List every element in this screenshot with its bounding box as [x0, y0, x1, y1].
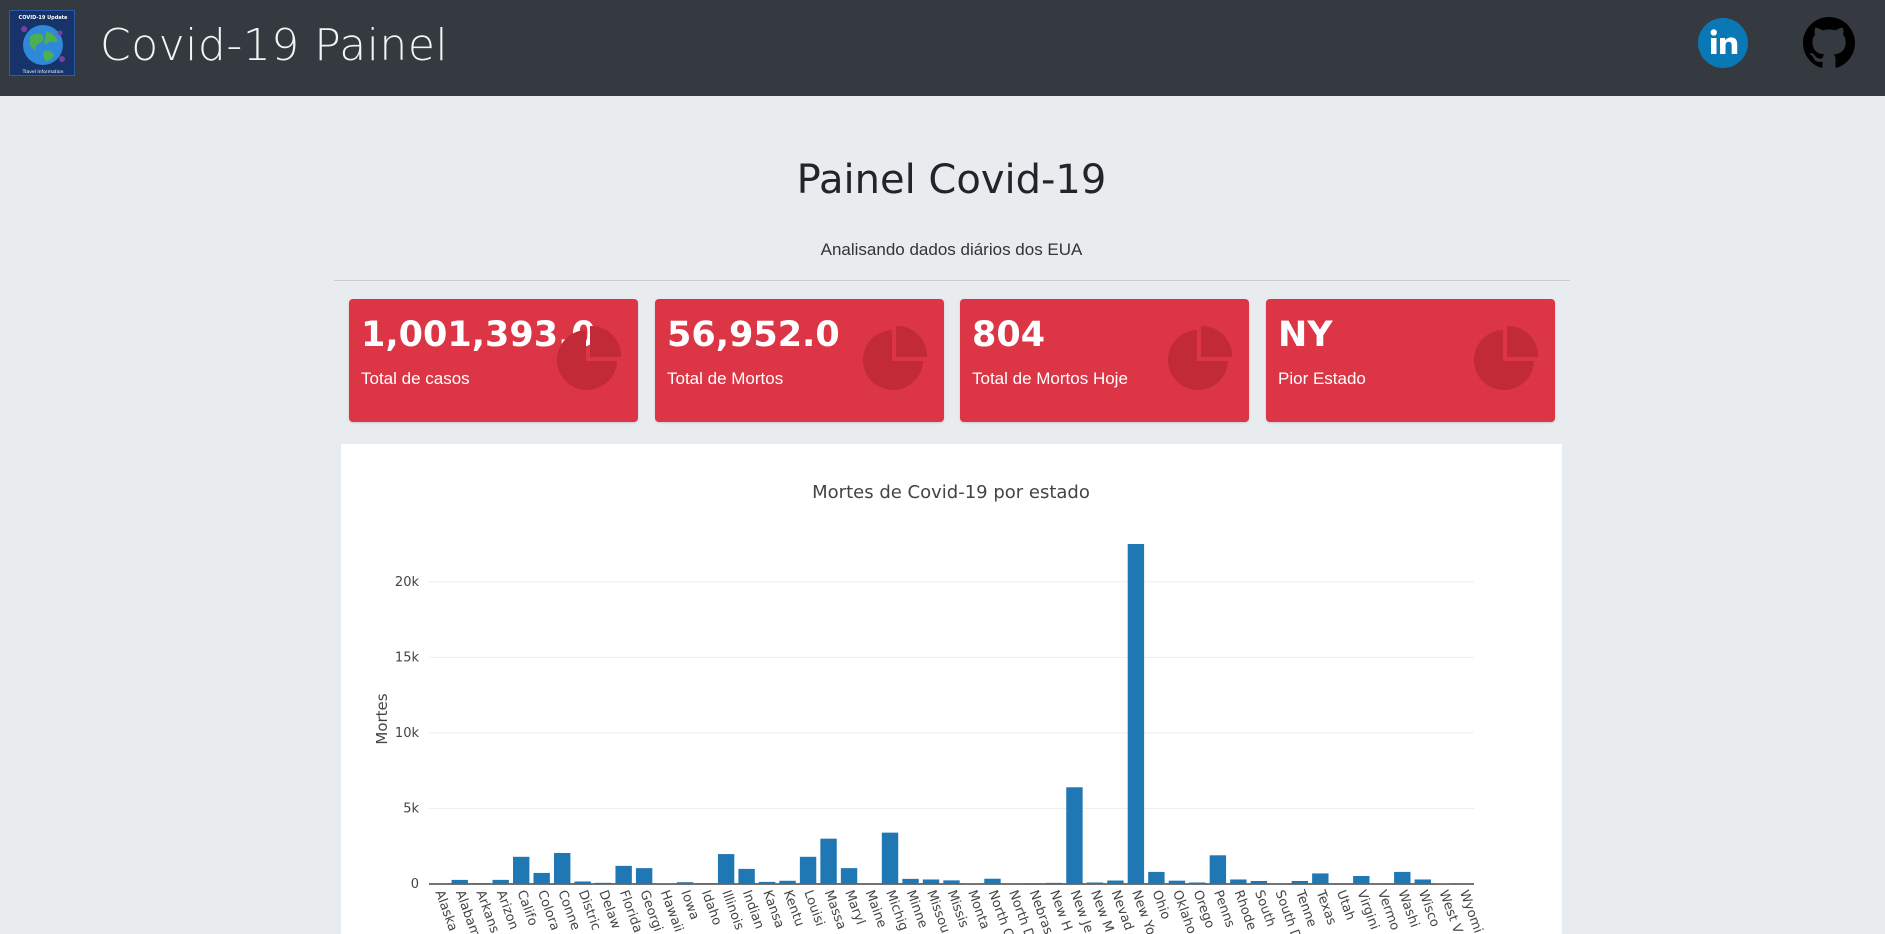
y-tick-label: 5k: [403, 801, 419, 816]
chart-gridlines: [429, 581, 1474, 885]
bar-arkansas[interactable]: [472, 883, 489, 884]
bar-new-mexico[interactable]: [1086, 882, 1104, 884]
card-deaths-today: 804 Total de Mortos Hoje: [960, 299, 1249, 422]
card-label: Total de casos: [361, 369, 470, 388]
bar-north-carolina[interactable]: [984, 878, 1001, 884]
bar-delaware[interactable]: [594, 882, 612, 884]
page-subtitle: Analisando dados diários dos EUA: [820, 240, 1083, 259]
bar-pennsylvania[interactable]: [1209, 855, 1227, 884]
pie-chart-icon: [1474, 325, 1539, 390]
bar-maine[interactable]: [861, 883, 878, 884]
bar-district-of-columbia[interactable]: [574, 881, 591, 884]
card-value: 56,952.0: [667, 315, 840, 355]
bar-utah[interactable]: [1332, 883, 1350, 884]
bar-mississippi[interactable]: [943, 880, 960, 884]
bar-chart: Mortes de Covid-19 por estado 0 5k 10k 15k 2…: [373, 482, 1485, 934]
bar-wisconsin[interactable]: [1414, 879, 1431, 884]
pie-chart-icon: [863, 325, 928, 390]
bar-new-jersey[interactable]: [1066, 787, 1083, 884]
bar-kentucky[interactable]: [779, 880, 796, 884]
bar-south-carolina[interactable]: [1250, 880, 1268, 884]
bar-maryland[interactable]: [840, 868, 858, 884]
card-worst-state: NY Pior Estado: [1266, 299, 1555, 422]
bar-virginia[interactable]: [1353, 875, 1370, 884]
logo-text-bottom: Travel Information: [22, 69, 64, 75]
bar-oklahoma[interactable]: [1168, 880, 1186, 884]
bar-california[interactable]: [513, 856, 530, 884]
deaths-by-state-chart: Mortes de Covid-19 por estado 0 5k 10k 15k 2…: [341, 444, 1562, 934]
header-divider: [334, 280, 1570, 281]
bar-oregon[interactable]: [1189, 882, 1206, 884]
y-axis-ticks: 0 5k 10k 15k 20k: [395, 575, 420, 892]
card-label: Total de Mortos Hoje: [972, 369, 1128, 388]
chart-bars: [431, 544, 1472, 884]
card-total-cases: 1,001,393.0 Total de casos: [349, 299, 638, 422]
y-tick-label: 15k: [395, 650, 420, 665]
bar-alabama[interactable]: [451, 879, 468, 884]
bar-washington[interactable]: [1394, 871, 1411, 884]
pie-chart-icon: [557, 325, 622, 390]
bar-rhode-island[interactable]: [1230, 879, 1247, 884]
brand-title[interactable]: Covid-19 Painel: [100, 18, 448, 74]
card-label: Pior Estado: [1278, 369, 1366, 388]
bar-iowa[interactable]: [676, 882, 694, 884]
top-navbar: COVID-19 Update Travel Information Covid…: [0, 0, 1885, 96]
chart-title: Mortes de Covid-19 por estado: [812, 482, 1090, 503]
card-value: NY: [1278, 315, 1333, 355]
bar-arizona[interactable]: [492, 879, 509, 884]
page-title: Painel Covid-19: [796, 157, 1107, 203]
bar-massachusetts[interactable]: [820, 838, 837, 884]
card-total-deaths: 56,952.0 Total de Mortos: [655, 299, 944, 422]
pie-chart-icon: [1168, 325, 1233, 390]
bar-new-york[interactable]: [1127, 544, 1145, 884]
bar-nebraska[interactable]: [1025, 883, 1042, 884]
linkedin-icon[interactable]: [1697, 17, 1749, 69]
app-logo[interactable]: COVID-19 Update Travel Information: [9, 10, 75, 76]
bar-texas[interactable]: [1312, 873, 1329, 884]
bar-indiana[interactable]: [738, 868, 755, 884]
bar-vermont[interactable]: [1373, 883, 1390, 884]
bar-idaho[interactable]: [697, 883, 714, 884]
globe-logo-icon: COVID-19 Update Travel Information: [10, 11, 74, 75]
bar-michigan[interactable]: [881, 832, 899, 884]
bar-nevada[interactable]: [1107, 880, 1124, 884]
bar-tennessee[interactable]: [1291, 880, 1309, 884]
bar-colorado[interactable]: [533, 872, 550, 884]
y-tick-label: 10k: [395, 726, 420, 741]
bar-new-hampshire[interactable]: [1045, 882, 1063, 884]
github-icon[interactable]: [1803, 17, 1855, 69]
bar-kansas[interactable]: [758, 881, 776, 884]
x-axis-ticks: AlaskaAlabamArkansArizonCalifoColoraConn…: [431, 887, 1485, 934]
bar-georgia[interactable]: [635, 868, 653, 884]
y-tick-label: 20k: [395, 575, 420, 590]
bar-louisiana[interactable]: [799, 856, 817, 884]
card-value: 804: [972, 315, 1046, 355]
bar-minnesota[interactable]: [902, 878, 919, 884]
y-axis-title: Mortes: [373, 693, 391, 744]
card-label: Total de Mortos: [667, 369, 784, 388]
bar-illinois[interactable]: [717, 854, 735, 884]
logo-text-top: COVID-19 Update: [19, 15, 69, 21]
bar-missouri[interactable]: [922, 879, 940, 884]
y-tick-label: 0: [411, 877, 419, 892]
bar-florida[interactable]: [615, 865, 632, 884]
bar-ohio[interactable]: [1148, 871, 1165, 884]
bar-connecticut[interactable]: [553, 853, 571, 884]
